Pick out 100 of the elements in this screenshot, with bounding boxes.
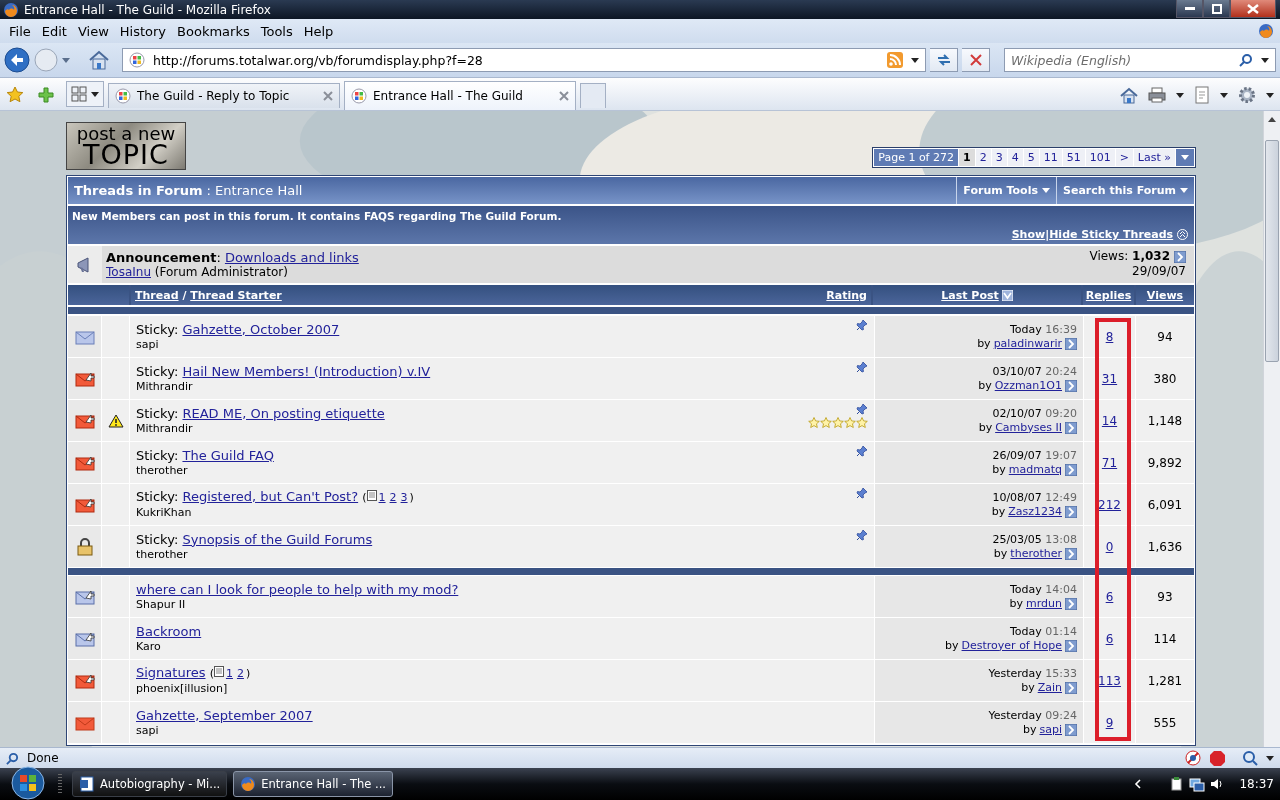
stop-button[interactable] xyxy=(962,48,990,72)
reply-count-link[interactable]: 9 xyxy=(1105,715,1114,730)
page-link[interactable]: 3 xyxy=(400,491,408,504)
caret-icon[interactable] xyxy=(911,57,919,63)
thread-title-link[interactable]: The Guild FAQ xyxy=(182,447,274,463)
menu-item[interactable]: Tools xyxy=(257,21,301,41)
reply-count-link[interactable]: 8 xyxy=(1105,329,1114,344)
page-link[interactable]: 5 xyxy=(1023,149,1039,166)
forum-menu-button[interactable]: Forum Tools xyxy=(956,177,1056,204)
taskbar-button[interactable]: Entrance Hall - The ... xyxy=(233,771,393,797)
announcement-link[interactable]: Downloads and links xyxy=(224,250,359,265)
last-poster-link[interactable]: sapi xyxy=(1039,722,1062,737)
tray-icon[interactable] xyxy=(1170,776,1185,792)
ad-block-icon[interactable] xyxy=(1209,749,1226,767)
browser-tab[interactable]: Entrance Hall - The Guild xyxy=(344,81,576,110)
go-to-post-icon[interactable] xyxy=(1065,547,1077,560)
add-icon[interactable] xyxy=(38,87,54,103)
search-icon[interactable] xyxy=(1239,53,1253,67)
go-to-post-icon[interactable] xyxy=(1065,505,1077,518)
chevron-icon[interactable] xyxy=(1134,779,1143,789)
menu-item[interactable]: Edit xyxy=(38,21,75,41)
reply-count-link[interactable]: 212 xyxy=(1098,497,1121,512)
back-button[interactable] xyxy=(4,47,30,73)
last-poster-link[interactable]: paladinwarir xyxy=(993,336,1062,351)
thread-title-link[interactable]: Hail New Members! (Introduction) v.IV xyxy=(182,363,431,379)
reload-button[interactable] xyxy=(930,48,958,72)
page-link[interactable]: 1 xyxy=(959,149,975,166)
reply-count-link[interactable]: 6 xyxy=(1105,631,1114,646)
go-to-post-icon[interactable] xyxy=(1065,421,1077,434)
column-header-link[interactable]: Thread Starter xyxy=(190,288,282,302)
thread-title-link[interactable]: Gahzette, September 2007 xyxy=(136,707,313,723)
menu-item[interactable]: Help xyxy=(300,21,342,41)
go-to-post-icon[interactable] xyxy=(1065,379,1077,392)
collapse-icon[interactable] xyxy=(1177,229,1188,240)
column-header-link[interactable]: Rating xyxy=(826,288,867,302)
search-icon[interactable] xyxy=(6,751,19,765)
caret-icon[interactable] xyxy=(1220,92,1228,98)
last-poster-link[interactable]: Destroyer of Hope xyxy=(961,638,1062,653)
go-to-post-icon[interactable] xyxy=(1065,681,1077,694)
hide-sticky-link[interactable]: Hide Sticky Threads xyxy=(1049,228,1174,241)
scroll-up-icon[interactable] xyxy=(1268,117,1276,122)
reply-count-link[interactable]: 71 xyxy=(1101,455,1118,470)
home-icon[interactable] xyxy=(88,50,110,70)
page-link[interactable]: 3 xyxy=(991,149,1007,166)
last-poster-link[interactable]: Zain xyxy=(1037,680,1062,695)
minimize-button[interactable] xyxy=(1176,0,1203,18)
menu-item[interactable]: Bookmarks xyxy=(174,21,258,41)
last-page-link[interactable]: Last » xyxy=(1133,149,1175,166)
go-to-post-icon[interactable] xyxy=(1065,337,1077,350)
last-poster-link[interactable]: Ozzman1O1 xyxy=(994,378,1062,393)
address-field[interactable]: http://forums.totalwar.org/vb/forumdisplay.php?f=28 xyxy=(122,48,926,72)
thread-title-link[interactable]: Backroom xyxy=(136,623,202,639)
reply-count-link[interactable]: 31 xyxy=(1101,371,1118,386)
network-icon[interactable] xyxy=(1189,776,1206,792)
page-link[interactable]: 4 xyxy=(1007,149,1023,166)
add-on-icon[interactable] xyxy=(1185,750,1201,766)
close-icon[interactable] xyxy=(559,91,569,101)
column-header-link[interactable]: Thread xyxy=(135,288,179,302)
start-button[interactable] xyxy=(8,766,48,800)
browser-tab[interactable]: The Guild - Reply to Topic xyxy=(108,83,340,108)
thread-title-link[interactable]: where can I look for people to help with my mod? xyxy=(136,581,459,597)
page-link[interactable]: 2 xyxy=(236,667,244,680)
close-button[interactable] xyxy=(1230,0,1276,18)
menu-item[interactable]: View xyxy=(74,21,117,41)
page-link[interactable]: 2 xyxy=(389,491,397,504)
forum-menu-button[interactable]: Search this Forum xyxy=(1056,177,1194,204)
sort-icon[interactable] xyxy=(1001,289,1013,301)
column-header-link[interactable]: Last Post xyxy=(941,288,999,302)
new-topic-button[interactable]: post a new TOPIC xyxy=(66,122,186,170)
zoom-icon[interactable] xyxy=(1242,750,1258,766)
page-link[interactable]: 101 xyxy=(1085,149,1115,166)
caret-icon[interactable] xyxy=(1266,92,1274,98)
next-page-link[interactable]: > xyxy=(1115,149,1133,166)
page-link[interactable]: 1 xyxy=(225,667,233,680)
scrollbar[interactable] xyxy=(1263,111,1280,747)
search-field[interactable]: Wikipedia (English) xyxy=(1004,48,1276,72)
volume-icon[interactable] xyxy=(1210,777,1225,791)
last-poster-link[interactable]: Cambyses II xyxy=(995,420,1062,435)
go-to-post-icon[interactable] xyxy=(1065,597,1077,610)
page-link[interactable]: 51 xyxy=(1062,149,1085,166)
page-link[interactable]: 1 xyxy=(378,491,386,504)
page-menu-button[interactable] xyxy=(1176,149,1194,166)
reply-count-link[interactable]: 113 xyxy=(1098,673,1121,688)
go-to-post-icon[interactable] xyxy=(1065,639,1077,652)
thread-title-link[interactable]: Synopsis of the Guild Forums xyxy=(182,531,373,547)
taskbar-button[interactable]: Autobiography - Mi... xyxy=(72,771,228,797)
page-link[interactable]: 11 xyxy=(1039,149,1062,166)
bookmark-star-icon[interactable] xyxy=(6,86,24,104)
settings-icon[interactable] xyxy=(1238,86,1256,104)
caret-icon[interactable] xyxy=(1261,57,1269,63)
printer-icon[interactable] xyxy=(1148,87,1166,103)
caret-icon[interactable] xyxy=(1176,92,1184,98)
thread-title-link[interactable]: Registered, but Can't Post? xyxy=(182,489,359,504)
reply-count-link[interactable]: 6 xyxy=(1105,589,1114,604)
page-link[interactable]: 2 xyxy=(975,149,991,166)
caret-icon[interactable] xyxy=(1266,755,1274,761)
home-icon[interactable] xyxy=(1120,86,1138,104)
go-to-post-icon[interactable] xyxy=(1065,723,1077,736)
last-poster-link[interactable]: Zasz1234 xyxy=(1008,504,1062,519)
go-to-post-icon[interactable] xyxy=(1065,463,1077,476)
